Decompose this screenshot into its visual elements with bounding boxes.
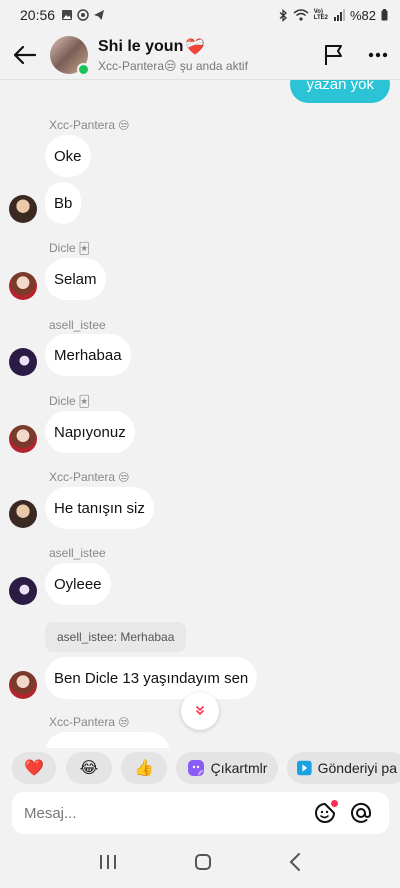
message-bubble[interactable]: Oyleee xyxy=(45,563,111,605)
recent-apps-button[interactable] xyxy=(99,854,117,875)
battery-percent: %82 xyxy=(349,7,376,23)
message-list[interactable]: yazan yok Xcc-Pantera 😒 Oke Bb Dicle 🃏 Sel… xyxy=(0,80,400,748)
sender-name: Dicle 🃏 xyxy=(49,241,90,255)
heart-reaction-button[interactable]: ❤️ xyxy=(12,752,56,784)
chat-title-area[interactable]: Shi le youn ❤️‍🩹 Xcc-Pantera😒 şu anda ak… xyxy=(98,37,312,73)
message-bubble[interactable]: Selam xyxy=(45,258,106,300)
sender-name: asell_istee xyxy=(49,546,106,560)
more-options-button[interactable] xyxy=(356,30,400,80)
system-back-button[interactable] xyxy=(289,852,301,876)
laughing-face-icon: 😂 xyxy=(79,760,99,777)
arrow-left-icon xyxy=(14,45,36,64)
send-post-button[interactable]: Gönderiyi pa xyxy=(287,752,400,784)
double-chevron-down-icon xyxy=(196,706,204,715)
message-input[interactable] xyxy=(24,804,307,822)
chat-subtitle: Xcc-Pantera😒 şu anda aktif xyxy=(98,58,248,73)
chat-header: Shi le youn ❤️‍🩹 Xcc-Pantera😒 şu anda ak… xyxy=(0,30,400,80)
message-bubble[interactable]: Oke xyxy=(45,135,91,177)
online-indicator xyxy=(77,62,90,76)
thumbs-up-reaction-button[interactable]: 👍 xyxy=(121,752,167,784)
notification-dot xyxy=(331,800,338,807)
battery-icon xyxy=(381,9,388,21)
message-bubble[interactable]: Napıyonuz xyxy=(45,411,135,453)
reply-preview[interactable]: asell_istee: Merhabaa xyxy=(45,622,187,652)
quick-actions-bar: ❤️ 😂 👍 Çıkartmlr Gönderiyi pa xyxy=(0,750,400,786)
mention-button[interactable] xyxy=(343,795,379,831)
report-button[interactable] xyxy=(312,30,356,80)
sender-name: Xcc-Pantera 😒 xyxy=(49,715,130,729)
thumbs-up-icon: 👍 xyxy=(134,760,154,777)
avatar[interactable] xyxy=(9,348,37,376)
status-time: 20:56 xyxy=(20,7,56,23)
avatar[interactable] xyxy=(9,577,37,605)
more-dots-icon xyxy=(368,52,388,57)
scroll-to-bottom-button[interactable] xyxy=(181,692,219,730)
stickers-button[interactable]: Çıkartmlr xyxy=(176,752,278,784)
outgoing-message[interactable]: yazan yok xyxy=(290,80,390,103)
at-sign-icon xyxy=(351,802,372,823)
message-bubble[interactable]: Bb xyxy=(45,182,82,224)
message-bubble[interactable] xyxy=(45,732,170,748)
system-navigation-bar xyxy=(0,840,400,888)
home-icon xyxy=(194,853,211,870)
heart-bandage-emoji: ❤️‍🩹 xyxy=(185,38,206,56)
message-bubble[interactable]: He tanışın siz xyxy=(45,487,154,529)
emoji-button[interactable] xyxy=(307,795,343,831)
avatar[interactable] xyxy=(9,272,37,300)
avatar[interactable] xyxy=(9,671,37,699)
flag-icon xyxy=(325,44,342,65)
home-button[interactable] xyxy=(194,853,212,876)
message-bubble[interactable]: Merhabaa xyxy=(45,334,131,376)
sender-name: Xcc-Pantera 😒 xyxy=(49,118,130,132)
message-input-bar xyxy=(12,792,389,834)
status-bar: 20:56 Vo) LTE2 %82 xyxy=(0,0,400,30)
heart-icon: ❤️ xyxy=(24,760,44,777)
recent-apps-icon xyxy=(99,854,116,869)
signal-icon xyxy=(333,9,345,21)
sender-name: asell_istee xyxy=(49,318,106,332)
avatar[interactable] xyxy=(9,195,37,223)
chevron-left-icon xyxy=(289,852,301,871)
chat-title: Shi le youn ❤️‍🩹 xyxy=(98,37,206,56)
sticker-icon xyxy=(187,760,204,776)
group-avatar[interactable] xyxy=(50,35,90,76)
telegram-icon xyxy=(94,10,105,20)
whatsapp-icon xyxy=(77,9,89,21)
back-button[interactable] xyxy=(0,30,50,80)
message-bubble[interactable]: Ben Dicle 13 yaşındayım sen xyxy=(45,657,258,699)
bluetooth-icon xyxy=(279,8,287,22)
sender-name: Xcc-Pantera 😒 xyxy=(49,470,130,484)
video-play-icon xyxy=(297,760,312,776)
gallery-icon xyxy=(62,10,73,20)
avatar[interactable] xyxy=(9,500,37,528)
wifi-icon xyxy=(293,9,309,21)
volte-label: Vo) LTE2 xyxy=(313,9,328,21)
laugh-reaction-button[interactable]: 😂 xyxy=(66,752,112,784)
avatar[interactable] xyxy=(9,425,37,453)
sender-name: Dicle 🃏 xyxy=(49,394,90,408)
